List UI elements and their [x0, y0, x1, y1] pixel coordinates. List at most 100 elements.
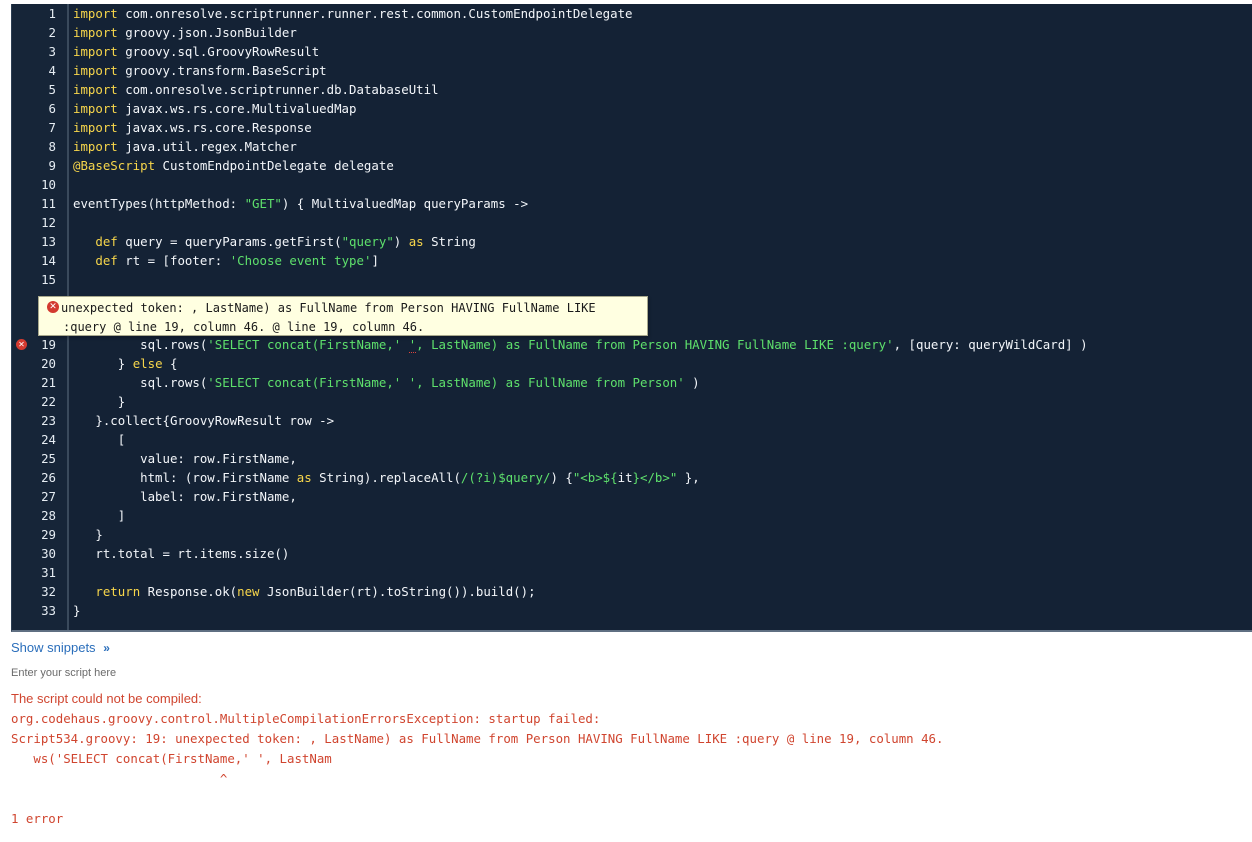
line-number: 13	[41, 234, 56, 249]
code-text[interactable]: import javax.ws.rs.core.Response	[73, 118, 312, 137]
line-number: 8	[48, 139, 56, 154]
code-text[interactable]: } else {	[73, 354, 178, 373]
compile-error-title: The script could not be compiled:	[11, 691, 202, 706]
line-number: 21	[41, 375, 56, 390]
code-line[interactable]: 21 sql.rows('SELECT concat(FirstName,' '…	[12, 373, 1252, 392]
code-line[interactable]: 25 value: row.FirstName,	[12, 449, 1252, 468]
show-snippets-link[interactable]: Show snippets »	[11, 640, 110, 655]
line-number: 1	[48, 6, 56, 21]
line-number: 27	[41, 489, 56, 504]
error-count: 1 error	[11, 811, 64, 826]
code-text[interactable]: import com.onresolve.scriptrunner.runner…	[73, 4, 633, 23]
script-editor[interactable]: 1 import com.onresolve.scriptrunner.runne…	[11, 4, 1252, 632]
line-number: 29	[41, 527, 56, 542]
line-number: 5	[48, 82, 56, 97]
code-text[interactable]: }.collect{GroovyRowResult row ->	[73, 411, 334, 430]
line-number: 22	[41, 394, 56, 409]
code-text[interactable]: return Response.ok(new JsonBuilder(rt).t…	[73, 582, 535, 601]
line-number: 12	[41, 215, 56, 230]
code-text[interactable]: def query = queryParams.getFirst("query"…	[73, 232, 475, 251]
line-number: 6	[48, 101, 56, 116]
code-text[interactable]: }	[73, 392, 125, 411]
code-line[interactable]: 24 [	[12, 430, 1252, 449]
code-text[interactable]: eventTypes(httpMethod: "GET") { Multival…	[73, 194, 528, 213]
code-line[interactable]: 2 import groovy.json.JsonBuilder	[12, 23, 1252, 42]
line-number: 33	[41, 603, 56, 618]
code-line[interactable]: 22 }	[12, 392, 1252, 411]
code-text[interactable]: html: (row.FirstName as String).replaceA…	[73, 468, 700, 487]
code-text[interactable]: import com.onresolve.scriptrunner.db.Dat…	[73, 80, 439, 99]
code-line[interactable]: 28 ]	[12, 506, 1252, 525]
error-tooltip-line-2: :query @ line 19, column 46. @ line 19, …	[63, 320, 425, 334]
code-text[interactable]: value: row.FirstName,	[73, 449, 297, 468]
code-text[interactable]: }	[73, 601, 80, 620]
line-number: 25	[41, 451, 56, 466]
code-line[interactable]: 30 rt.total = rt.items.size()	[12, 544, 1252, 563]
error-tooltip: ✕ unexpected token: , LastName) as FullN…	[38, 296, 648, 336]
code-text[interactable]: ]	[73, 506, 125, 525]
code-text[interactable]: label: row.FirstName,	[73, 487, 297, 506]
code-text[interactable]: import groovy.json.JsonBuilder	[73, 23, 297, 42]
code-line[interactable]: 4 import groovy.transform.BaseScript	[12, 61, 1252, 80]
code-text[interactable]: import java.util.regex.Matcher	[73, 137, 297, 156]
code-line[interactable]: 7 import javax.ws.rs.core.Response	[12, 118, 1252, 137]
code-line[interactable]: 33}	[12, 601, 1252, 620]
code-line[interactable]: 6 import javax.ws.rs.core.MultivaluedMap	[12, 99, 1252, 118]
line-number: 31	[41, 565, 56, 580]
compile-error-line: org.codehaus.groovy.control.MultipleComp…	[11, 711, 601, 726]
code-text[interactable]: def rt = [footer: 'Choose event type']	[73, 251, 379, 270]
line-number: 10	[41, 177, 56, 192]
code-line[interactable]: 1 import com.onresolve.scriptrunner.runne…	[12, 4, 1252, 23]
code-text[interactable]: rt.total = rt.items.size()	[73, 544, 289, 563]
code-line[interactable]: 13 def query = queryParams.getFirst("que…	[12, 232, 1252, 251]
code-text[interactable]: import groovy.transform.BaseScript	[73, 61, 327, 80]
code-text[interactable]: import javax.ws.rs.core.MultivaluedMap	[73, 99, 356, 118]
line-number: 30	[41, 546, 56, 561]
double-chevron-down-icon: »	[103, 641, 110, 655]
line-number: 7	[48, 120, 56, 135]
code-line[interactable]: 11 eventTypes(httpMethod: "GET") { Multiv…	[12, 194, 1252, 213]
error-icon: ✕	[47, 301, 59, 313]
code-line[interactable]: 32 return Response.ok(new JsonBuilder(rt…	[12, 582, 1252, 601]
code-line[interactable]: 12	[12, 213, 1252, 232]
code-text[interactable]: sql.rows('SELECT concat(FirstName,' ', L…	[73, 373, 700, 392]
code-text[interactable]: import groovy.sql.GroovyRowResult	[73, 42, 319, 61]
code-line[interactable]: 5 import com.onresolve.scriptrunner.db.Da…	[12, 80, 1252, 99]
code-text[interactable]: @BaseScript CustomEndpointDelegate deleg…	[73, 156, 394, 175]
code-line[interactable]: ✕ 19 sql.rows('SELECT concat(FirstName,' …	[12, 335, 1252, 354]
editor-hint-text: Enter your script here	[11, 667, 117, 679]
code-line[interactable]: 31	[12, 563, 1252, 582]
code-line[interactable]: 14 def rt = [footer: 'Choose event type'…	[12, 251, 1252, 270]
code-line[interactable]: 3 import groovy.sql.GroovyRowResult	[12, 42, 1252, 61]
line-number: 2	[48, 25, 56, 40]
code-text[interactable]: [	[73, 430, 125, 449]
code-line[interactable]: 15	[12, 270, 1252, 289]
compile-error-line: Script534.groovy: 19: unexpected token: …	[11, 731, 944, 746]
code-line[interactable]: 29 }	[12, 525, 1252, 544]
code-line[interactable]: 8 import java.util.regex.Matcher	[12, 137, 1252, 156]
code-line[interactable]: 10	[12, 175, 1252, 194]
line-number: 11	[41, 196, 56, 211]
code-text[interactable]: sql.rows('SELECT concat(FirstName,' ', L…	[73, 335, 1088, 354]
code-line[interactable]: 9 @BaseScript CustomEndpointDelegate dele…	[12, 156, 1252, 175]
compile-error-caret: ^	[11, 771, 228, 786]
code-line[interactable]: 23 }.collect{GroovyRowResult row ->	[12, 411, 1252, 430]
line-number: 20	[41, 356, 56, 371]
show-snippets-label: Show snippets	[11, 640, 96, 655]
line-number: 9	[48, 158, 56, 173]
line-number: 23	[41, 413, 56, 428]
line-number: 28	[41, 508, 56, 523]
code-line[interactable]: 20 } else {	[12, 354, 1252, 373]
line-number: 24	[41, 432, 56, 447]
line-number: 3	[48, 44, 56, 59]
line-number: 26	[41, 470, 56, 485]
line-number: 14	[41, 253, 56, 268]
code-text[interactable]: }	[73, 525, 102, 544]
error-tooltip-line-1: unexpected token: , LastName) as FullNam…	[61, 301, 596, 315]
line-number: 32	[41, 584, 56, 599]
compile-error-line: ws('SELECT concat(FirstName,' ', LastNam	[11, 751, 332, 766]
code-line[interactable]: 26 html: (row.FirstName as String).repla…	[12, 468, 1252, 487]
line-number: 4	[48, 63, 56, 78]
code-line[interactable]: 27 label: row.FirstName,	[12, 487, 1252, 506]
line-number: 15	[41, 272, 56, 287]
